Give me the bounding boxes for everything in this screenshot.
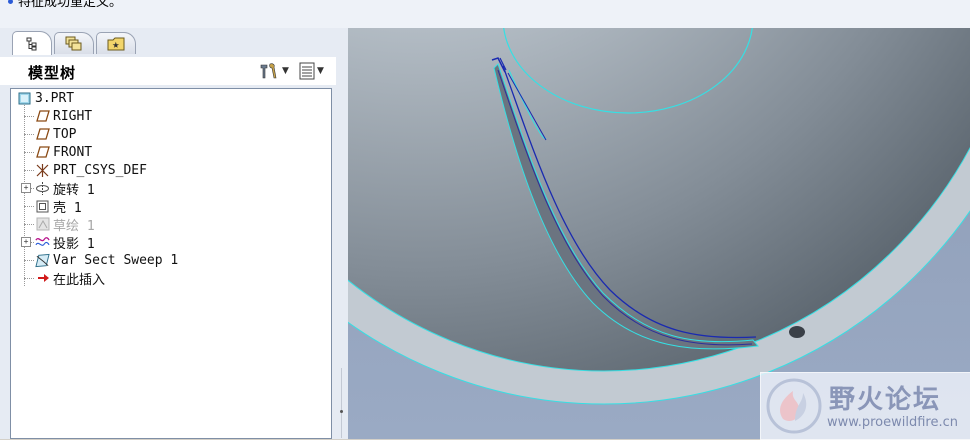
- navigator-panel: 模型树 ▼ ▼ 3.PRT RIGHT TOP FRONT PRT_CSYS_D…: [0, 28, 348, 439]
- navigator-tabs: [8, 30, 348, 56]
- tab-favorites[interactable]: [96, 32, 136, 54]
- expand-icon[interactable]: +: [21, 237, 31, 247]
- wildfire-logo-icon: [766, 378, 822, 434]
- tree-item-label: 在此插入: [53, 272, 106, 288]
- tree-item-csys[interactable]: PRT_CSYS_DEF: [35, 161, 147, 179]
- watermark-title: 野火论坛: [829, 385, 942, 415]
- chevron-down-icon: ▼: [317, 66, 324, 76]
- tree-show-button[interactable]: ▼: [299, 61, 324, 81]
- coordinate-system-icon: [35, 163, 50, 178]
- tree-item-front[interactable]: FRONT: [35, 143, 92, 161]
- model-tree: 3.PRT RIGHT TOP FRONT PRT_CSYS_DEF + 旋转 …: [10, 88, 332, 439]
- model-tree-header: 模型树 ▼ ▼: [0, 57, 348, 85]
- tree-item-top[interactable]: TOP: [35, 125, 76, 143]
- tree-item-projection[interactable]: + 投影 1: [21, 233, 95, 252]
- tree-item-label: PRT_CSYS_DEF: [53, 162, 147, 178]
- panel-splitter[interactable]: [336, 28, 348, 439]
- tree-item-label: FRONT: [53, 144, 93, 160]
- tree-item-label: 投影 1: [53, 236, 95, 252]
- message-bullet-icon: [8, 0, 13, 4]
- model-tree-tab-icon: [26, 37, 37, 50]
- sketch-icon: [35, 217, 50, 232]
- hole-edge: [789, 326, 805, 338]
- forum-watermark: 野火论坛 www.proewildfire.cn: [760, 372, 970, 440]
- tree-item-sketch[interactable]: 草绘 1: [35, 215, 95, 234]
- tab-model-tree[interactable]: [12, 31, 52, 55]
- tree-item-label: 草绘 1: [53, 218, 95, 234]
- tree-item-label: TOP: [53, 126, 77, 142]
- tools-icon: [260, 63, 277, 79]
- tree-item-insert-here[interactable]: 在此插入: [35, 269, 106, 288]
- splitter-line: [341, 368, 342, 438]
- tree-item-revolve[interactable]: + 旋转 1: [21, 179, 95, 198]
- tree-item-part[interactable]: 3.PRT: [17, 89, 74, 107]
- projection-icon: [35, 235, 50, 250]
- favorites-folder-tab-icon: [107, 37, 125, 50]
- insert-here-arrow-icon: [35, 271, 50, 286]
- tree-item-label: Var Sect Sweep 1: [53, 252, 179, 268]
- chevron-down-icon: ▼: [282, 66, 289, 76]
- message-bar: 特征成功重定义。: [0, 0, 970, 29]
- datum-plane-icon: [35, 127, 50, 142]
- tree-item-label: 3.PRT: [35, 90, 75, 106]
- tree-item-shell[interactable]: 壳 1: [35, 197, 82, 216]
- revolve-icon: [35, 181, 50, 196]
- tab-layers[interactable]: [54, 32, 94, 54]
- shell-icon: [35, 199, 50, 214]
- datum-plane-icon: [35, 109, 50, 124]
- watermark-url: www.proewildfire.cn: [827, 415, 958, 430]
- tree-item-right[interactable]: RIGHT: [35, 107, 92, 125]
- model-tree-title: 模型树: [28, 64, 77, 82]
- message-text: 特征成功重定义。: [18, 0, 123, 10]
- tree-item-label: RIGHT: [53, 108, 93, 124]
- splitter-grip-icon: [340, 410, 343, 413]
- list-view-icon: [299, 62, 315, 80]
- var-sect-sweep-icon: [35, 253, 50, 268]
- part-icon: [17, 91, 32, 106]
- tree-item-label: 壳 1: [53, 200, 82, 216]
- tree-item-label: 旋转 1: [53, 182, 95, 198]
- tree-item-var-sect-sweep[interactable]: Var Sect Sweep 1: [35, 251, 178, 269]
- datum-plane-icon: [35, 145, 50, 160]
- tree-settings-button[interactable]: ▼: [258, 61, 289, 81]
- expand-icon[interactable]: +: [21, 183, 31, 193]
- layers-tab-icon: [65, 36, 82, 50]
